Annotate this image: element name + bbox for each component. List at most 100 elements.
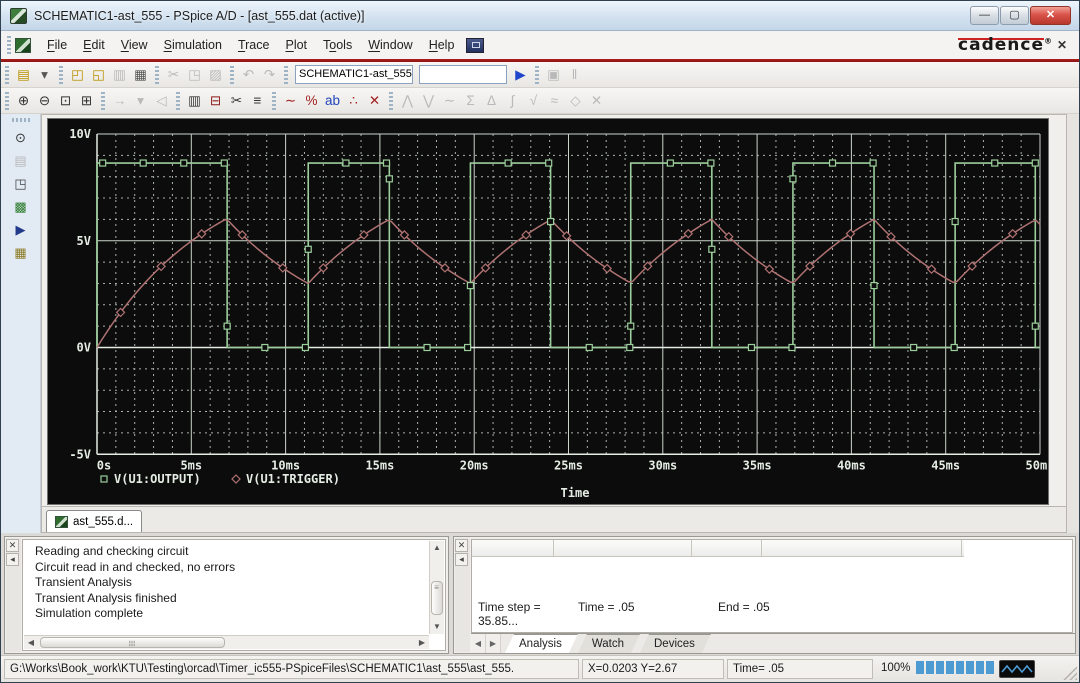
log-x-axis-icon[interactable]: ⊟ — [205, 91, 226, 111]
svg-text:40ms: 40ms — [837, 458, 866, 472]
zoom-out-icon[interactable]: ⊖ — [34, 91, 55, 111]
window-title: SCHEMATIC1-ast_555 - PSpice A/D - [ast_5… — [34, 9, 364, 23]
circuit-file-icon[interactable]: ▤ — [11, 151, 31, 170]
output-collapse-icon[interactable]: ◂ — [6, 553, 19, 566]
svg-text:20ms: 20ms — [460, 458, 489, 472]
tab-ast555-dat[interactable]: ast_555.d... — [46, 510, 142, 532]
zoom-area-icon[interactable]: ⊡ — [55, 91, 76, 111]
add-plot-icon[interactable]: ▥ — [184, 91, 205, 111]
output-message: Transient Analysis finished — [35, 591, 425, 607]
plot-canvas[interactable]: 10V5V0V-5V0s5ms10ms15ms20ms25ms30ms35ms4… — [48, 119, 1048, 504]
run-to-time-input[interactable] — [419, 65, 507, 84]
command-window-icon[interactable]: ▶ — [11, 220, 31, 239]
hscroll-thumb[interactable]: 𝍖 — [40, 637, 225, 648]
dock-drag-handle[interactable] — [12, 118, 30, 122]
menu-view[interactable]: View — [113, 34, 156, 56]
cursor-peak-icon: ⋀ — [397, 91, 418, 111]
print-icon[interactable]: ▦ — [130, 65, 151, 85]
tab-analysis[interactable]: Analysis — [505, 634, 578, 653]
dat-file-icon — [55, 516, 68, 528]
restore-button[interactable]: ▢ — [1000, 6, 1029, 25]
simulation-queue-icon[interactable]: ▦ — [11, 243, 31, 262]
close-button[interactable]: ✕ — [1030, 6, 1071, 25]
mdi-child-controls-icon[interactable] — [466, 38, 484, 53]
simulation-results-icon[interactable]: ▩ — [11, 197, 31, 216]
cut-trace-icon[interactable]: ✂ — [226, 91, 247, 111]
mark-label-icon: ◇ — [565, 91, 586, 111]
plot-toolbar: ⊕⊖⊡⊞→▾◁▥⊟✂≡∼%ab∴✕⋀⋁∼ΣΔ∫√≈◇✕ — [1, 88, 1079, 114]
document-icon[interactable] — [15, 38, 31, 53]
menubar-drag-handle[interactable] — [7, 36, 11, 54]
svg-text:5ms: 5ms — [180, 458, 202, 472]
tab-watch[interactable]: Watch — [578, 634, 640, 653]
close-document-button[interactable]: ✕ — [1057, 38, 1067, 52]
svg-text:10V: 10V — [69, 127, 91, 141]
output-vertical-scrollbar[interactable]: ▲ ≡ ▼ — [429, 541, 444, 634]
run-simulation-icon[interactable]: ▶ — [510, 65, 531, 85]
view-netlist-icon: ▣ — [543, 65, 564, 85]
vscroll-thumb[interactable]: ≡ — [431, 581, 443, 615]
new-dropdown-caret-icon[interactable]: ▾ — [34, 65, 55, 85]
time-step-value: Time step = 35.85... — [478, 600, 578, 628]
main-toolbar: ▤▾◰◱▥▦✂◳▨↶↷SCHEMATIC1-ast_555▶▣‖ — [1, 62, 1079, 88]
scroll-left-icon[interactable]: ◀ — [24, 636, 38, 650]
tab-devices[interactable]: Devices — [640, 634, 711, 653]
simulation-status-window: ✕ ◂ Time step = 35.85... Time = .05 End … — [453, 536, 1076, 654]
trace-list-icon[interactable]: ≡ — [247, 91, 268, 111]
output-message: Reading and checking circuit — [35, 544, 425, 560]
toggle-cursor-icon[interactable]: ✕ — [364, 91, 385, 111]
menu-file[interactable]: File — [39, 34, 75, 56]
output-message: Circuit read in and checked, no errors — [35, 560, 425, 576]
scroll-right-icon[interactable]: ▶ — [415, 636, 429, 650]
tabs-scroll-left-icon[interactable]: ◀ — [471, 634, 486, 653]
toolbar-drag-handle[interactable] — [5, 92, 9, 110]
file-path-status: G:\Works\Book_work\KTU\Testing\orcad\Tim… — [4, 659, 579, 679]
menu-tools[interactable]: Tools — [315, 34, 360, 56]
eval-measurement-icon: ✕ — [586, 91, 607, 111]
output-horizontal-scrollbar[interactable]: ◀ 𝍖 ▶ — [24, 635, 429, 649]
menu-window[interactable]: Window — [360, 34, 420, 56]
cursor-min-icon: Σ — [460, 91, 481, 111]
jump-forward-icon: → — [109, 91, 130, 111]
tabs-scroll-right-icon[interactable]: ▶ — [486, 634, 501, 653]
svg-text:V(U1:TRIGGER): V(U1:TRIGGER) — [246, 472, 340, 486]
resize-grip[interactable] — [1063, 666, 1077, 680]
simstatus-close-icon[interactable]: ✕ — [455, 539, 468, 552]
simstatus-collapse-icon[interactable]: ◂ — [455, 553, 468, 566]
menu-edit[interactable]: Edit — [75, 34, 113, 56]
output-close-icon[interactable]: ✕ — [6, 539, 19, 552]
menu-trace[interactable]: Trace — [230, 34, 278, 56]
menu-help[interactable]: Help — [421, 34, 463, 56]
simulation-profile-combo[interactable]: SCHEMATIC1-ast_555 — [295, 65, 413, 84]
waveform-status-icon — [999, 660, 1035, 678]
simulation-manager-icon[interactable]: ⊙ — [11, 128, 31, 147]
cut-icon: ✂ — [163, 65, 184, 85]
toolbar-group-separator — [284, 66, 288, 84]
zoom-fit-icon[interactable]: ⊞ — [76, 91, 97, 111]
new-simulation-icon[interactable]: ▤ — [13, 65, 34, 85]
waveform-plot[interactable]: 10V5V0V-5V0s5ms10ms15ms20ms25ms30ms35ms4… — [47, 118, 1049, 505]
menu-plot[interactable]: Plot — [277, 34, 315, 56]
bottom-dock: ✕ ◂ Reading and checking circuitCircuit … — [1, 533, 1079, 657]
performance-analysis-icon[interactable]: % — [301, 91, 322, 111]
scroll-up-icon[interactable]: ▲ — [430, 541, 444, 555]
svg-text:50ms: 50ms — [1026, 458, 1048, 472]
simstatus-table-header — [472, 540, 964, 557]
svg-text:5V: 5V — [77, 234, 91, 248]
pspice-app-icon — [10, 8, 27, 24]
scroll-down-icon[interactable]: ▼ — [430, 620, 444, 634]
zoom-in-icon[interactable]: ⊕ — [13, 91, 34, 111]
toolbar-group-separator — [101, 92, 105, 110]
progress-bar — [916, 661, 994, 674]
left-dock-toolbar: ⊙ ▤ ◳ ▩ ▶ ▦ — [1, 114, 41, 533]
cursor-trail-icon[interactable]: ∴ — [343, 91, 364, 111]
open-file-icon[interactable]: ◰ — [67, 65, 88, 85]
waveform-document-window: 10V5V0V-5V0s5ms10ms15ms20ms25ms30ms35ms4… — [41, 114, 1067, 533]
output-file-icon[interactable]: ◳ — [11, 174, 31, 193]
mark-data-points-icon[interactable]: ∼ — [280, 91, 301, 111]
toolbar-drag-handle[interactable] — [5, 66, 9, 84]
text-label-icon[interactable]: ab — [322, 91, 343, 111]
menu-simulation[interactable]: Simulation — [156, 34, 230, 56]
minimize-button[interactable]: — — [970, 6, 999, 25]
append-file-icon[interactable]: ◱ — [88, 65, 109, 85]
